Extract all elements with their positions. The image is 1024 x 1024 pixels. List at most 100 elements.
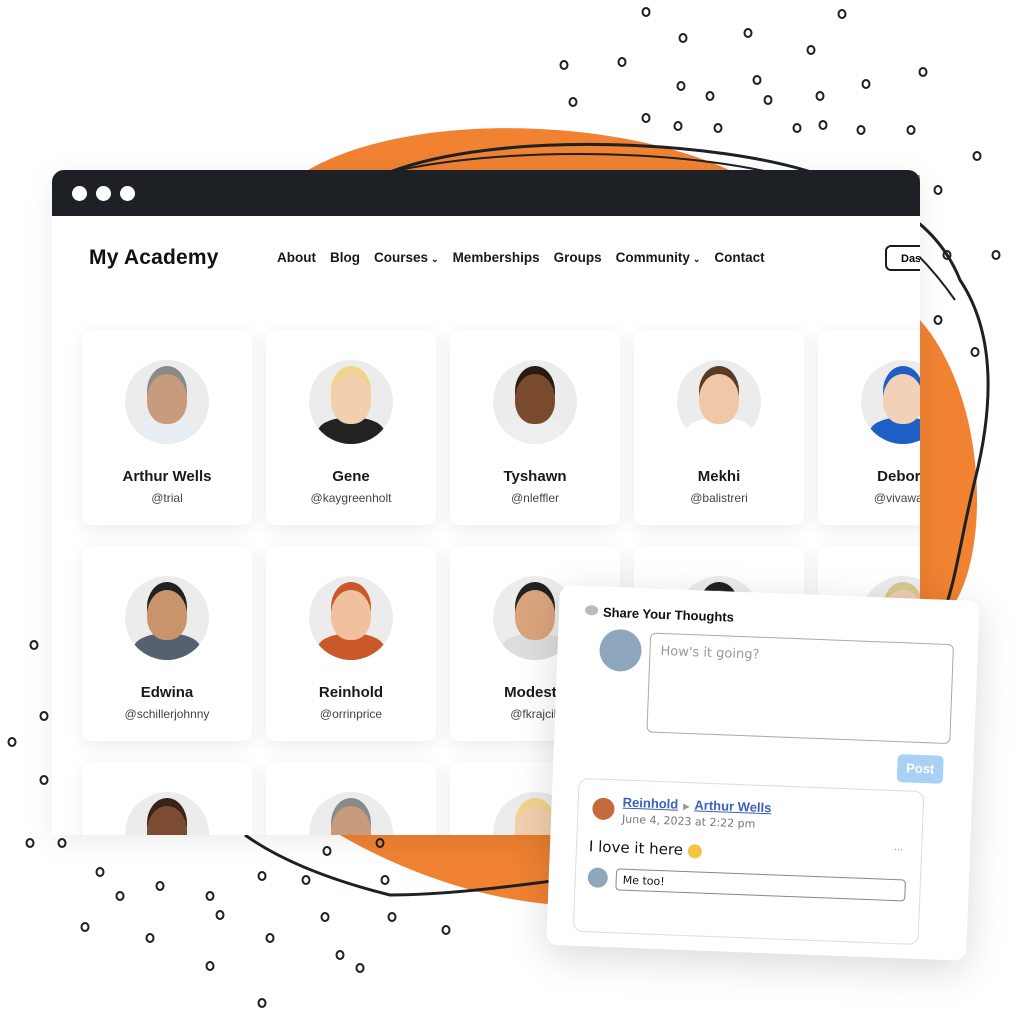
- decor-dot: [80, 922, 90, 932]
- member-handle: @balistreri: [690, 491, 748, 505]
- member-card[interactable]: [266, 762, 436, 835]
- decor-dot: [115, 891, 125, 901]
- avatar-face: [331, 590, 371, 640]
- menu-item-contact[interactable]: Contact: [714, 250, 764, 265]
- decor-dot: [95, 867, 105, 877]
- menu-item-blog[interactable]: Blog: [330, 250, 360, 265]
- site-brand[interactable]: My Academy: [89, 246, 219, 270]
- member-name[interactable]: Gene: [266, 468, 436, 485]
- menu-item-memberships[interactable]: Memberships: [453, 250, 540, 265]
- window-close-dot[interactable]: [72, 185, 87, 201]
- decor-dot: [676, 81, 686, 91]
- decor-dot: [568, 97, 578, 107]
- member-card[interactable]: Tyshawn @nleffler: [450, 330, 620, 525]
- decor-dot: [320, 912, 330, 922]
- activity-text-content: I love it here: [588, 837, 684, 859]
- decor-dot: [641, 113, 651, 123]
- member-name[interactable]: Mekhi: [634, 468, 804, 485]
- menu-item-about[interactable]: About: [277, 250, 316, 265]
- activity-text: I love it here: [589, 837, 703, 859]
- speech-bubble-icon: [584, 604, 599, 616]
- status-input[interactable]: How's it going?: [646, 632, 955, 745]
- avatar-face: [515, 374, 555, 424]
- decor-dot: [322, 846, 332, 856]
- decor-dot: [57, 838, 67, 848]
- decor-dot: [145, 933, 155, 943]
- member-card[interactable]: Reinhold @orrinprice: [266, 546, 436, 741]
- member-card[interactable]: Gene @kaygreenholt: [266, 330, 436, 525]
- member-card[interactable]: Mekhi @balistreri: [634, 330, 804, 525]
- decor-dot: [215, 910, 225, 920]
- decor-dot: [335, 950, 345, 960]
- recipient-link[interactable]: Arthur Wells: [694, 797, 772, 815]
- menu-label: Groups: [553, 250, 602, 265]
- member-avatar[interactable]: [309, 360, 393, 444]
- member-handle: @kaygreenholt: [310, 491, 392, 505]
- member-card[interactable]: Debora @vivawats: [818, 330, 920, 525]
- member-name[interactable]: Reinhold: [266, 684, 436, 701]
- more-options-icon[interactable]: ...: [894, 841, 904, 853]
- member-name[interactable]: Debora: [818, 468, 920, 485]
- member-handle: @trial: [151, 491, 183, 505]
- window-minimize-dot[interactable]: [96, 185, 111, 201]
- decor-dot: [818, 120, 828, 130]
- decor-dot: [205, 891, 215, 901]
- member-handle: @vivawats: [873, 491, 920, 505]
- decor-dot: [387, 912, 397, 922]
- smile-emoji-icon: [687, 843, 703, 859]
- dashboard-button[interactable]: Das: [885, 245, 920, 271]
- menu-label: Memberships: [452, 250, 540, 265]
- decor-dot: [906, 125, 916, 135]
- avatar-face: [147, 590, 187, 640]
- member-card[interactable]: Arthur Wells @trial: [82, 330, 252, 525]
- member-name[interactable]: Arthur Wells: [82, 468, 252, 485]
- member-avatar[interactable]: [309, 792, 393, 835]
- member-card[interactable]: [82, 762, 252, 835]
- activity-date: June 4, 2023 at 2:22 pm: [621, 812, 756, 831]
- member-avatar[interactable]: [125, 576, 209, 660]
- decor-dot: [441, 925, 451, 935]
- activity-header: Reinhold ▶ Arthur Wells: [622, 795, 771, 816]
- decor-dot: [257, 998, 267, 1008]
- window-maximize-dot[interactable]: [120, 185, 135, 201]
- chevron-down-icon: ⌄: [692, 254, 701, 264]
- arrow-right-icon: ▶: [683, 801, 690, 812]
- decor-dot: [559, 60, 569, 70]
- decor-dot: [155, 881, 165, 891]
- avatar-face: [331, 374, 371, 424]
- member-card[interactable]: Edwina @schillerjohnny: [82, 546, 252, 741]
- decor-dot: [763, 95, 773, 105]
- member-avatar[interactable]: [309, 576, 393, 660]
- member-handle: @nleffler: [511, 491, 559, 505]
- decor-dot: [617, 57, 627, 67]
- decor-dot: [257, 871, 267, 881]
- decor-dot: [743, 28, 753, 38]
- member-avatar[interactable]: [125, 360, 209, 444]
- member-avatar[interactable]: [125, 792, 209, 835]
- post-button[interactable]: Post: [896, 754, 944, 784]
- author-link[interactable]: Reinhold: [622, 795, 678, 812]
- member-avatar[interactable]: [677, 360, 761, 444]
- menu-item-courses[interactable]: Courses ⌄: [374, 250, 439, 265]
- main-menu: About Blog Courses ⌄ Memberships Groups C…: [277, 250, 765, 265]
- avatar-face: [883, 374, 920, 424]
- decor-dot: [856, 125, 866, 135]
- member-name[interactable]: Tyshawn: [450, 468, 620, 485]
- member-name[interactable]: Edwina: [82, 684, 252, 701]
- decor-dot: [380, 875, 390, 885]
- avatar-face: [331, 806, 371, 835]
- decor-dot: [29, 640, 39, 650]
- menu-item-community[interactable]: Community ⌄: [616, 250, 701, 265]
- decor-dot: [991, 250, 1001, 260]
- decor-dot: [752, 75, 762, 85]
- avatar: [587, 867, 609, 889]
- decor-dot: [918, 67, 928, 77]
- member-handle: @orrinprice: [319, 707, 383, 721]
- decor-dot: [806, 45, 816, 55]
- avatar-face: [147, 374, 187, 424]
- member-avatar[interactable]: [861, 360, 920, 444]
- member-avatar[interactable]: [493, 360, 577, 444]
- reply-input[interactable]: Me too!: [615, 868, 906, 902]
- menu-item-groups[interactable]: Groups: [554, 250, 602, 265]
- decor-dot: [25, 838, 35, 848]
